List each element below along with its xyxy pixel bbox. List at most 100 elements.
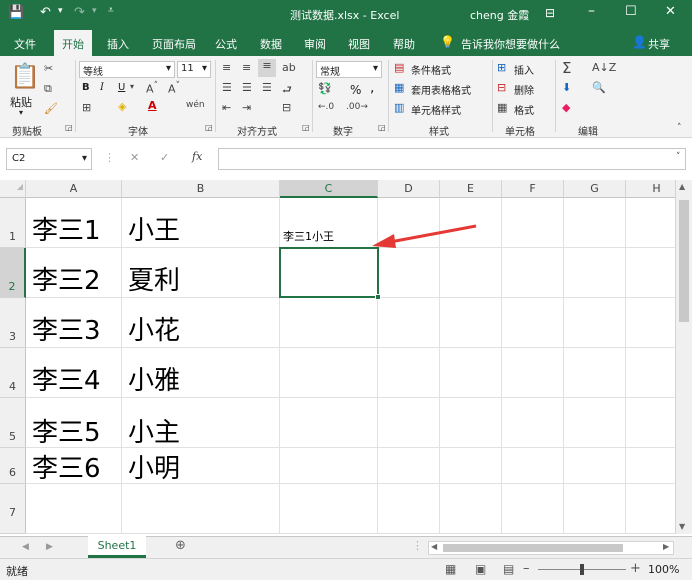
horizontal-scrollbar[interactable]: ◀ ▶ bbox=[428, 541, 674, 555]
copy-icon[interactable]: ⧉ bbox=[44, 82, 52, 96]
percent-button[interactable]: % bbox=[350, 83, 361, 97]
clipboard-launcher-icon[interactable]: ◲ bbox=[65, 123, 73, 132]
cell-f5[interactable] bbox=[502, 398, 564, 448]
column-header-h[interactable]: H bbox=[626, 180, 675, 198]
wrap-text-icon[interactable]: ⮐ bbox=[282, 81, 292, 100]
sheet-next-icon[interactable]: ▶ bbox=[46, 542, 53, 552]
tab-view[interactable]: 视图 bbox=[348, 36, 370, 52]
tell-me-search[interactable]: 告诉我你想要做什么 bbox=[461, 36, 560, 52]
tab-data[interactable]: 数据 bbox=[260, 36, 282, 52]
cell-h5[interactable] bbox=[626, 398, 675, 448]
cell-d6[interactable] bbox=[378, 448, 440, 484]
row-header-1[interactable]: 1 bbox=[0, 198, 26, 248]
increase-decimal-icon[interactable]: ←.0 bbox=[318, 102, 334, 112]
cell-b4[interactable]: 小雅 bbox=[122, 348, 280, 398]
column-header-b[interactable]: B bbox=[122, 180, 280, 198]
cell-c6[interactable] bbox=[280, 448, 378, 484]
autosum-icon[interactable]: Σ bbox=[562, 59, 571, 77]
orientation-icon[interactable]: ab bbox=[282, 61, 296, 74]
cell-e7[interactable] bbox=[440, 484, 502, 534]
zoom-out-icon[interactable]: – bbox=[523, 561, 530, 576]
top-align-icon[interactable]: ≡ bbox=[222, 61, 231, 74]
cell-e3[interactable] bbox=[440, 298, 502, 348]
cell-f1[interactable] bbox=[502, 198, 564, 248]
decrease-font-icon[interactable]: A˅ bbox=[168, 80, 180, 96]
redo-icon[interactable]: ↷ bbox=[74, 5, 85, 20]
cell-g2[interactable] bbox=[564, 248, 626, 298]
tab-formulas[interactable]: 公式 bbox=[215, 36, 237, 52]
decrease-decimal-icon[interactable]: .00→ bbox=[346, 102, 368, 112]
page-break-view-icon[interactable]: ▤ bbox=[503, 562, 514, 576]
column-header-d[interactable]: D bbox=[378, 180, 440, 198]
cell-h2[interactable] bbox=[626, 248, 675, 298]
cell-e2[interactable] bbox=[440, 248, 502, 298]
merge-center-icon[interactable]: ⊟ bbox=[282, 101, 291, 114]
ribbon-display-options-icon[interactable]: ⊟ bbox=[545, 6, 555, 20]
italic-button[interactable]: I bbox=[100, 82, 104, 93]
cell-e4[interactable] bbox=[440, 348, 502, 398]
scroll-down-icon[interactable]: ▼ bbox=[679, 522, 685, 531]
cell-g3[interactable] bbox=[564, 298, 626, 348]
cell-d4[interactable] bbox=[378, 348, 440, 398]
cell-g5[interactable] bbox=[564, 398, 626, 448]
cell-f7[interactable] bbox=[502, 484, 564, 534]
cell-a4[interactable]: 李三4 bbox=[26, 348, 122, 398]
collapse-ribbon-icon[interactable]: ˄ bbox=[677, 123, 682, 133]
increase-font-icon[interactable]: A˄ bbox=[146, 80, 158, 96]
cell-d3[interactable] bbox=[378, 298, 440, 348]
zoom-slider-thumb[interactable] bbox=[580, 564, 584, 575]
fill-icon[interactable]: ⬇ bbox=[562, 81, 571, 94]
cell-b2[interactable]: 夏利 bbox=[122, 248, 280, 298]
save-icon[interactable]: 💾 bbox=[8, 5, 24, 20]
enter-icon[interactable]: ✓ bbox=[160, 151, 169, 164]
tab-insert[interactable]: 插入 bbox=[107, 36, 129, 52]
cell-c4[interactable] bbox=[280, 348, 378, 398]
tab-review[interactable]: 审阅 bbox=[304, 36, 326, 52]
sheet-prev-icon[interactable]: ◀ bbox=[22, 542, 29, 552]
cell-b5[interactable]: 小主 bbox=[122, 398, 280, 448]
normal-view-icon[interactable]: ▦ bbox=[445, 562, 456, 576]
fill-handle[interactable] bbox=[375, 294, 381, 300]
phonetic-icon[interactable]: wén bbox=[186, 100, 205, 110]
row-header-5[interactable]: 5 bbox=[0, 398, 26, 448]
column-header-c[interactable]: C bbox=[280, 180, 378, 198]
share-button[interactable]: 共享 bbox=[648, 36, 670, 52]
cell-c5[interactable] bbox=[280, 398, 378, 448]
decrease-indent-icon[interactable]: ⇤ bbox=[222, 101, 231, 114]
cell-d5[interactable] bbox=[378, 398, 440, 448]
vertical-scrollbar[interactable]: ▲ ▼ bbox=[675, 180, 692, 534]
align-right-icon[interactable]: ☰ bbox=[262, 81, 272, 94]
borders-icon[interactable]: ⊞ bbox=[82, 101, 91, 114]
cell-b6[interactable]: 小明 bbox=[122, 448, 280, 484]
customize-toolbar-icon[interactable]: ⩡ bbox=[108, 5, 114, 16]
undo-dropdown-icon[interactable]: ▾ bbox=[58, 6, 63, 16]
cell-b7[interactable] bbox=[122, 484, 280, 534]
cell-d7[interactable] bbox=[378, 484, 440, 534]
sheet-tab-sheet1[interactable]: Sheet1 bbox=[88, 536, 146, 558]
user-name[interactable]: cheng 金霞 bbox=[470, 7, 529, 23]
underline-button[interactable]: U bbox=[118, 82, 125, 93]
scroll-up-icon[interactable]: ▲ bbox=[679, 182, 685, 191]
fill-color-icon[interactable]: ◈ bbox=[118, 100, 126, 113]
redo-dropdown-icon[interactable]: ▾ bbox=[92, 6, 97, 16]
tab-file[interactable]: 文件 bbox=[14, 36, 36, 52]
bottom-align-icon[interactable]: ≡ bbox=[258, 59, 276, 77]
cancel-icon[interactable]: ✕ bbox=[130, 151, 139, 164]
paste-icon[interactable]: 📋 bbox=[10, 62, 40, 90]
select-all-corner[interactable]: ◢ bbox=[0, 180, 26, 198]
comma-button[interactable]: , bbox=[370, 80, 374, 96]
cell-a3[interactable]: 李三3 bbox=[26, 298, 122, 348]
close-icon[interactable]: ✕ bbox=[665, 4, 676, 19]
cut-icon[interactable]: ✂ bbox=[44, 62, 53, 75]
cell-a2[interactable]: 李三2 bbox=[26, 248, 122, 298]
cell-h7[interactable] bbox=[626, 484, 675, 534]
align-center-icon[interactable]: ☰ bbox=[242, 81, 252, 94]
column-header-e[interactable]: E bbox=[440, 180, 502, 198]
sheet-bar-splitter-icon[interactable]: ⋮ bbox=[412, 539, 423, 552]
increase-indent-icon[interactable]: ⇥ bbox=[242, 101, 251, 114]
cell-h4[interactable] bbox=[626, 348, 675, 398]
font-size-select[interactable]: 11 ▾ bbox=[177, 61, 211, 78]
tab-home[interactable]: 开始 bbox=[54, 30, 92, 56]
column-header-g[interactable]: G bbox=[564, 180, 626, 198]
row-header-2[interactable]: 2 bbox=[0, 248, 26, 298]
